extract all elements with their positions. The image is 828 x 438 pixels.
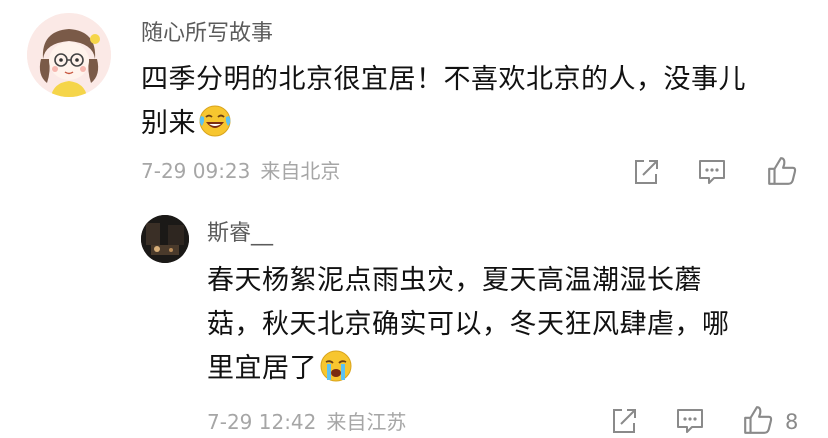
reply-location: 来自江苏 xyxy=(326,410,407,434)
comment-location: 来自北京 xyxy=(260,159,341,183)
avatar[interactable] xyxy=(27,13,111,97)
reply-text-fragment: 里宜居了 xyxy=(207,353,317,384)
comment-icon xyxy=(699,160,725,184)
comment-button[interactable] xyxy=(675,406,705,436)
username[interactable]: 斯睿__ xyxy=(207,223,273,245)
comment-button[interactable] xyxy=(697,157,727,187)
comment-time: 7-29 09:23 xyxy=(141,159,251,183)
reply-text-line: 春天杨絮泥点雨虫灾，夏天高温潮湿长蘑 xyxy=(207,265,702,296)
share-icon xyxy=(635,160,658,184)
reply-text-line: 菇，秋天北京确实可以，冬天狂风肆虐，哪 xyxy=(207,309,730,340)
username[interactable]: 随心所写故事 xyxy=(141,23,273,45)
loudly-crying-emoji-icon xyxy=(320,350,352,382)
avatar[interactable] xyxy=(141,215,189,263)
thumbs-up-icon xyxy=(744,406,773,434)
main-comment: 随心所写故事 四季分明的北京很宜居！不喜欢北京的人，没事儿 别来 7-29 09… xyxy=(0,0,828,200)
reply-comment: 斯睿__ 春天杨絮泥点雨虫灾，夏天高温潮湿长蘑 菇，秋天北京确实可以，冬天狂风肆… xyxy=(0,200,828,438)
comment-text: 四季分明的北京很宜居！不喜欢北京的人，没事儿 别来 xyxy=(141,58,746,146)
comment-meta: 7-29 09:23 来自北京 xyxy=(141,161,340,181)
reply-time: 7-29 12:42 xyxy=(207,410,317,434)
like-button[interactable] xyxy=(766,155,798,187)
comment-text-fragment: 别来 xyxy=(141,108,196,139)
share-icon xyxy=(613,409,636,433)
reply-text: 春天杨絮泥点雨虫灾，夏天高温潮湿长蘑 菇，秋天北京确实可以，冬天狂风肆虐，哪 里… xyxy=(207,259,730,391)
like-button[interactable] xyxy=(742,404,774,436)
reply-text-line: 里宜居了 xyxy=(207,347,730,391)
share-button[interactable] xyxy=(631,157,661,187)
like-count: 8 xyxy=(785,410,799,434)
comment-text-line: 四季分明的北京很宜居！不喜欢北京的人，没事儿 xyxy=(141,64,746,95)
thumbs-up-icon xyxy=(768,157,797,185)
comment-text-line: 别来 xyxy=(141,102,746,146)
laughing-crying-emoji-icon xyxy=(199,105,231,137)
comment-icon xyxy=(677,409,703,433)
reply-meta: 7-29 12:42 来自江苏 xyxy=(207,412,406,432)
share-button[interactable] xyxy=(609,406,639,436)
